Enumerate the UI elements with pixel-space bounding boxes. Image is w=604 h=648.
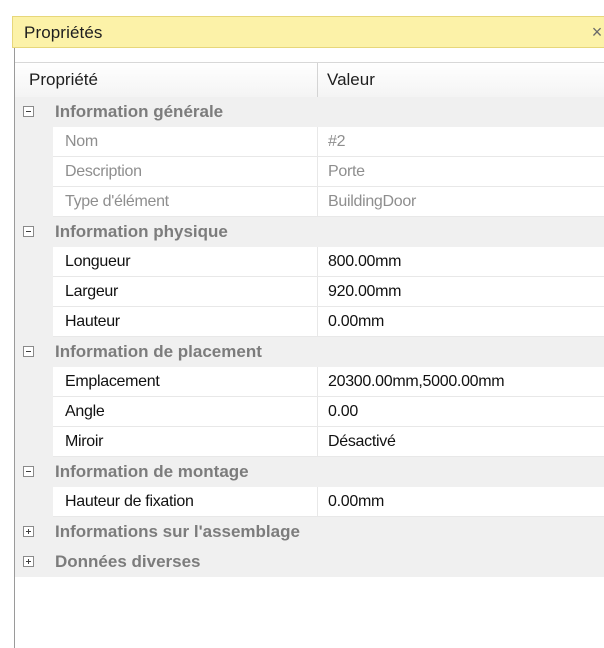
property-name-cell[interactable]: Longueur [53,247,318,277]
property-row[interactable]: Hauteur de fixation 0.00mm [15,487,604,517]
row-gutter [15,367,53,397]
panel-title-bar: Propriétés × [12,16,604,48]
column-header-property[interactable]: Propriété [29,63,98,97]
property-row[interactable]: Hauteur 0.00mm [15,307,604,337]
property-name: Nom [65,133,98,150]
column-splitter[interactable] [317,63,318,97]
property-grid: Propriété Valeur Information générale Nom… [14,48,604,648]
category-row[interactable]: Information générale [15,97,604,127]
category-label: Information de placement [55,342,262,361]
expand-icon[interactable] [23,556,34,567]
property-name-cell[interactable]: Miroir [53,427,318,457]
property-value: #2 [328,133,346,150]
property-name: Largeur [65,283,119,300]
grid-header: Propriété Valeur [15,62,604,98]
category-label: Information générale [55,102,224,121]
property-row[interactable]: Angle 0.00 [15,397,604,427]
row-gutter [15,157,53,187]
property-value: Désactivé [328,433,396,450]
property-name: Description [65,163,142,180]
category-row[interactable]: Information de placement [15,337,604,367]
property-value-cell[interactable]: 0.00mm [318,487,604,517]
row-gutter [15,487,53,517]
properties-panel: Propriétés × Propriété Valeur Informatio… [12,16,604,648]
property-value: 800.00mm [328,253,402,270]
row-gutter [15,247,53,277]
category-label: Information de montage [55,462,249,481]
collapse-icon[interactable] [23,346,34,357]
property-value: 0.00 [328,403,358,420]
category-label: Information physique [55,222,228,241]
property-name-cell[interactable]: Type d'élément [53,187,318,217]
property-row[interactable]: Description Porte [15,157,604,187]
property-value-cell[interactable]: 20300.00mm,5000.00mm [318,367,604,397]
property-name: Angle [65,403,105,420]
property-name: Type d'élément [65,193,169,210]
property-row[interactable]: Miroir Désactivé [15,427,604,457]
property-value-cell: BuildingDoor [318,187,604,217]
property-value-cell[interactable]: 800.00mm [318,247,604,277]
category-label: Informations sur l'assemblage [55,522,300,541]
collapse-icon[interactable] [23,466,34,477]
property-value-cell: #2 [318,127,604,157]
property-value-cell[interactable]: 0.00 [318,397,604,427]
property-name: Hauteur [65,313,120,330]
category-row[interactable]: Informations sur l'assemblage [15,517,604,547]
panel-title: Propriétés [24,23,103,42]
row-gutter [15,187,53,217]
property-row[interactable]: Longueur 800.00mm [15,247,604,277]
property-value: 0.00mm [328,313,384,330]
property-name-cell[interactable]: Emplacement [53,367,318,397]
expand-icon[interactable] [23,526,34,537]
property-name-cell[interactable]: Nom [53,127,318,157]
property-value-cell: Porte [318,157,604,187]
property-value-cell[interactable]: 0.00mm [318,307,604,337]
category-label: Données diverses [55,552,201,571]
row-gutter [15,307,53,337]
collapse-icon[interactable] [23,106,34,117]
row-gutter [15,277,53,307]
property-row[interactable]: Nom #2 [15,127,604,157]
property-name-cell[interactable]: Largeur [53,277,318,307]
property-name-cell[interactable]: Angle [53,397,318,427]
property-name: Hauteur de fixation [65,493,194,510]
property-value: Porte [328,163,365,180]
property-value: 20300.00mm,5000.00mm [328,373,505,390]
property-row[interactable]: Largeur 920.00mm [15,277,604,307]
property-name: Emplacement [65,373,160,390]
property-value: 0.00mm [328,493,384,510]
property-name: Longueur [65,253,131,270]
property-row[interactable]: Emplacement 20300.00mm,5000.00mm [15,367,604,397]
property-value-cell[interactable]: Désactivé [318,427,604,457]
property-name-cell[interactable]: Hauteur de fixation [53,487,318,517]
row-gutter [15,427,53,457]
category-row[interactable]: Information de montage [15,457,604,487]
row-gutter [15,127,53,157]
row-gutter [15,397,53,427]
property-name-cell[interactable]: Hauteur [53,307,318,337]
column-header-value[interactable]: Valeur [327,63,375,97]
close-icon[interactable]: × [588,21,604,43]
property-name: Miroir [65,433,104,450]
collapse-icon[interactable] [23,226,34,237]
grid-rows: Information générale Nom #2 Description Port… [15,97,604,577]
property-name-cell[interactable]: Description [53,157,318,187]
property-value: 920.00mm [328,283,402,300]
property-value-cell[interactable]: 920.00mm [318,277,604,307]
category-row[interactable]: Information physique [15,217,604,247]
property-row[interactable]: Type d'élément BuildingDoor [15,187,604,217]
category-row[interactable]: Données diverses [15,547,604,577]
property-value: BuildingDoor [328,193,417,210]
